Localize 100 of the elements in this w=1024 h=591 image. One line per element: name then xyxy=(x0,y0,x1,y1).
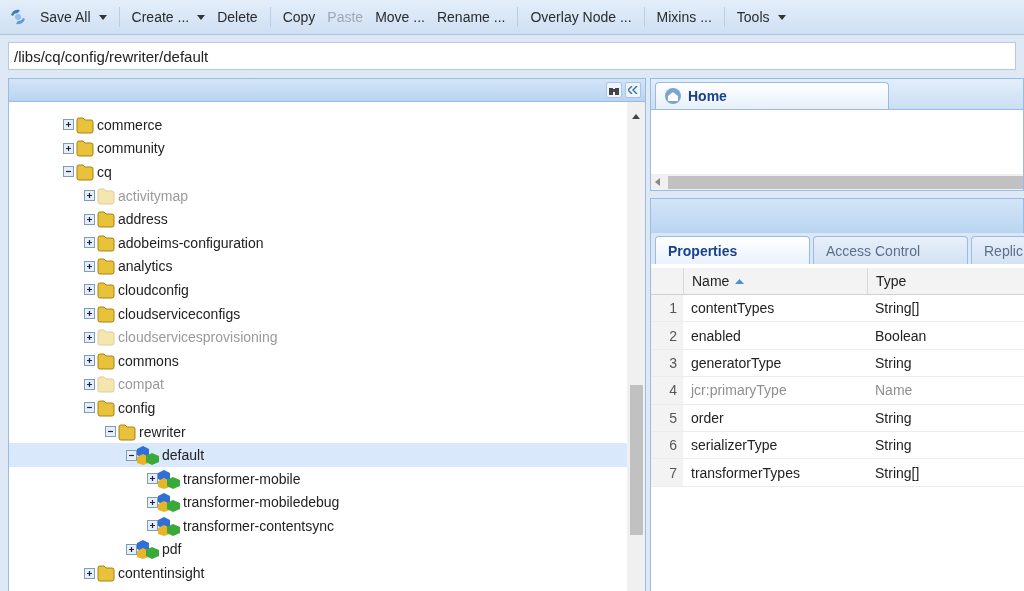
tree-item[interactable]: transformer-mobiledebug xyxy=(9,490,627,515)
caret-icon xyxy=(777,14,786,20)
expand-icon[interactable] xyxy=(84,284,95,296)
toolbar-button[interactable]: Copy xyxy=(276,7,322,27)
tree-label: commons xyxy=(118,352,179,369)
tree-item[interactable]: pdf xyxy=(9,537,627,562)
path-field[interactable]: /libs/cq/config/rewriter/default xyxy=(8,42,1016,70)
sort-up-icon xyxy=(735,278,745,284)
expand-icon[interactable] xyxy=(84,355,95,367)
caret-icon xyxy=(98,14,107,20)
expand-icon[interactable] xyxy=(84,213,95,225)
tree-item[interactable]: config xyxy=(9,396,627,420)
tree-item[interactable]: contentinsight xyxy=(9,561,627,585)
cubes-icon xyxy=(137,445,159,466)
cubes-icon xyxy=(158,492,180,513)
tree-label: commerce xyxy=(97,116,163,133)
table-cell-text: String[] xyxy=(874,463,921,483)
tree-item[interactable]: community xyxy=(9,136,627,161)
binoculars-button[interactable] xyxy=(606,82,622,98)
folder-icon xyxy=(97,398,115,417)
tree-label: config xyxy=(118,399,156,416)
tree-label: community xyxy=(97,140,165,157)
tree-label: rewriter xyxy=(139,423,186,440)
tree-item[interactable]: default xyxy=(9,443,627,467)
cubes-icon xyxy=(158,468,180,489)
toolbar-button[interactable]: Tools xyxy=(730,7,792,27)
folder-icon xyxy=(76,139,94,158)
expand-icon[interactable] xyxy=(147,496,158,508)
tree-label: activitymap xyxy=(118,187,189,204)
toolbar-button[interactable]: Rename ... xyxy=(430,7,512,27)
column-header[interactable]: Name xyxy=(683,268,867,294)
tree-label: transformer-contentsync xyxy=(183,517,334,534)
folder-icon xyxy=(97,233,115,252)
toolbar-button[interactable]: Overlay Node ... xyxy=(524,7,638,27)
tree-label: cloudconfig xyxy=(118,281,189,298)
toolbar-button[interactable]: Create ... xyxy=(125,7,212,27)
binoculars-icon xyxy=(609,85,619,95)
folder-icon xyxy=(97,186,115,205)
toolbar-button[interactable]: Move ... xyxy=(369,7,431,27)
collapse-icon[interactable] xyxy=(63,166,74,178)
tree-label: cloudserviceconfigs xyxy=(118,305,241,322)
row-number: 6 xyxy=(651,431,683,459)
column-header[interactable]: Type xyxy=(867,268,1024,294)
tree-item[interactable]: commons xyxy=(9,348,627,373)
expand-icon[interactable] xyxy=(84,308,95,320)
expand-icon[interactable] xyxy=(126,544,137,555)
expand-icon[interactable] xyxy=(84,567,95,579)
expand-icon[interactable] xyxy=(147,520,158,532)
cubes-icon xyxy=(158,515,180,536)
toolbar-button[interactable]: Mixins ... xyxy=(650,7,718,27)
table-cell-text: generatorType xyxy=(690,353,783,373)
collapse-icon[interactable] xyxy=(126,449,137,461)
scrollbar[interactable] xyxy=(651,174,1023,190)
tab[interactable]: Properties xyxy=(655,236,810,264)
scrollbar-thumb[interactable] xyxy=(668,175,1023,189)
expand-icon[interactable] xyxy=(63,142,74,154)
collapse-panel-button[interactable] xyxy=(625,82,641,98)
scroll-left-icon[interactable] xyxy=(655,178,660,186)
tree-label: transformer-mobile xyxy=(183,470,301,487)
expand-icon[interactable] xyxy=(84,237,95,249)
folder-icon xyxy=(97,351,115,370)
toolbar-button[interactable]: Save All xyxy=(34,7,113,27)
table-cell-text: String xyxy=(874,436,913,456)
double-chevron-left-icon xyxy=(628,86,638,94)
expand-icon[interactable] xyxy=(63,119,74,131)
tree-label: analytics xyxy=(118,258,173,275)
tree-label: cloudservicesprovisioning xyxy=(118,329,278,346)
tree-item[interactable]: analytics xyxy=(9,254,627,279)
scroll-up-icon[interactable] xyxy=(632,114,640,119)
tree-item[interactable]: cloudconfig xyxy=(9,278,627,302)
tree-item[interactable]: cloudserviceconfigs xyxy=(9,301,627,326)
caret-icon xyxy=(197,14,206,20)
scrollbar-thumb[interactable] xyxy=(630,385,643,535)
table-cell-text: String xyxy=(874,353,913,373)
tree-label: compat xyxy=(118,376,164,393)
table-cell-text: Name xyxy=(874,381,914,401)
toolbar-button[interactable]: Delete xyxy=(211,7,264,27)
folder-icon xyxy=(76,115,94,134)
tab[interactable]: Access Control xyxy=(813,236,968,264)
tree-label: default xyxy=(162,447,205,464)
tree-item[interactable]: cq xyxy=(9,160,627,184)
tab[interactable]: Replic xyxy=(971,236,1024,264)
tree-item[interactable]: commerce xyxy=(9,113,627,137)
tree-item[interactable]: adobeims-configuration xyxy=(9,230,627,255)
tree-item[interactable]: address xyxy=(9,207,627,231)
table-cell-text: Boolean xyxy=(874,326,928,346)
folder-icon xyxy=(76,163,94,181)
table-cell-text: order xyxy=(690,408,725,428)
collapse-icon[interactable] xyxy=(105,426,116,437)
tree-item[interactable]: rewriter xyxy=(9,419,627,444)
expand-icon[interactable] xyxy=(147,473,158,485)
expand-icon[interactable] xyxy=(84,260,95,272)
collapse-icon[interactable] xyxy=(84,402,95,414)
tree-item[interactable]: transformer-contentsync xyxy=(9,514,627,538)
folder-icon xyxy=(97,280,115,299)
scrollbar[interactable] xyxy=(627,102,645,591)
tree-item[interactable]: transformer-mobile xyxy=(9,466,627,491)
folder-icon xyxy=(97,304,115,323)
home-tab[interactable]: Home xyxy=(655,82,889,109)
tree-label: pdf xyxy=(162,541,182,558)
